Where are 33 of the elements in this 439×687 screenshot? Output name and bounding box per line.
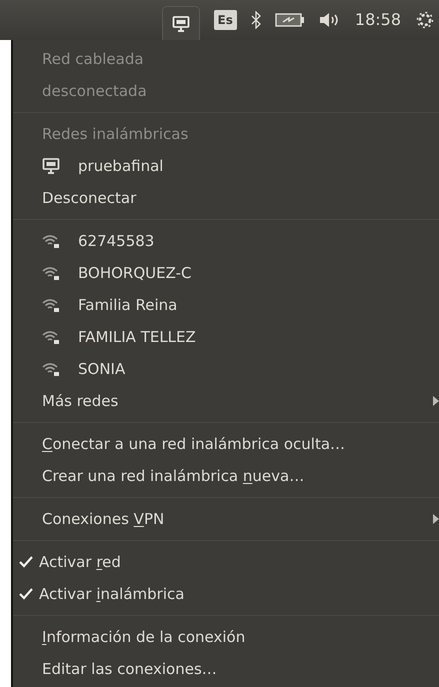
- check-menu-item[interactable]: Activar red: [13, 546, 439, 578]
- menu-item[interactable]: Crear una red inalámbrica nueva…: [13, 460, 439, 492]
- section-header: Red cableada: [42, 48, 144, 70]
- monitor-icon: [42, 158, 60, 174]
- settings-icon[interactable]: [415, 10, 435, 30]
- network-item[interactable]: Familia Reina: [13, 289, 439, 321]
- wifi-lock-icon: [42, 329, 60, 345]
- check-menu-item[interactable]: Activar inalámbrica: [13, 578, 439, 610]
- network-item[interactable]: BOHORQUEZ-C: [13, 257, 439, 289]
- bluetooth-icon[interactable]: [250, 11, 261, 29]
- wifi-lock-icon: [42, 361, 60, 377]
- network-item[interactable]: 62745583: [13, 225, 439, 257]
- submenu-item[interactable]: Más redes: [13, 385, 439, 417]
- wifi-lock-icon: [42, 297, 60, 313]
- menu-item[interactable]: Editar las conexiones…: [13, 653, 439, 685]
- network-item[interactable]: SONIA: [13, 353, 439, 385]
- menu-item[interactable]: Conectar a una red inalámbrica oculta…: [13, 428, 439, 460]
- section-header: desconectada: [42, 80, 147, 102]
- menu-item[interactable]: Desconectar: [13, 182, 439, 214]
- menu-item[interactable]: Información de la conexión: [13, 621, 439, 653]
- network-indicator[interactable]: [162, 6, 200, 40]
- submenu-arrow-icon: [433, 396, 439, 406]
- network-item[interactable]: FAMILIA TELLEZ: [13, 321, 439, 353]
- monitor-icon: [172, 16, 190, 32]
- clock-time[interactable]: 18:58: [354, 8, 401, 32]
- battery-icon[interactable]: [274, 12, 305, 28]
- wifi-lock-icon: [42, 265, 60, 281]
- keyboard-layout-indicator[interactable]: Es: [214, 10, 237, 30]
- network-item[interactable]: pruebafinal: [13, 150, 439, 182]
- submenu-item[interactable]: Conexiones VPN: [13, 503, 439, 535]
- submenu-arrow-icon: [433, 514, 439, 524]
- wifi-lock-icon: [42, 233, 60, 249]
- section-header: Redes inalámbricas: [42, 124, 188, 145]
